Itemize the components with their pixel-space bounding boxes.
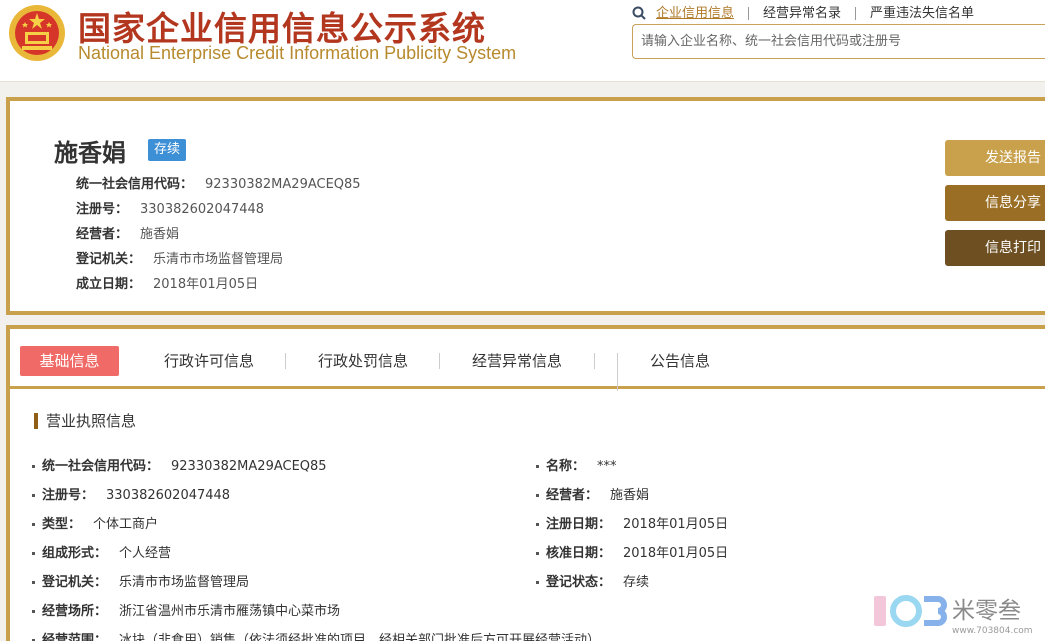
summary-label: 成立日期： (76, 277, 142, 292)
summary-value: 施香娟 (140, 227, 180, 242)
bullet-dot (32, 523, 35, 526)
summary-row-authority: 登记机关： 乐清市市场监督管理局 (76, 248, 283, 267)
bullet-dot (32, 610, 35, 613)
tab-basic-info[interactable]: 基础信息 (20, 346, 119, 376)
field-value: 存续 (623, 575, 650, 590)
field-value: 2018年01月05日 (623, 517, 729, 532)
nav-abnormal-list[interactable]: 经营异常名录 (748, 6, 855, 20)
field-name: 名称： *** (536, 455, 617, 474)
field-reg-status: 登记状态： 存续 (536, 571, 649, 590)
field-label: 名称： (546, 459, 586, 474)
nav-blacklist[interactable]: 严重违法失信名单 (855, 6, 988, 20)
tab-admin-license[interactable]: 行政许可信息 (164, 346, 254, 376)
field-approval-date: 核准日期： 2018年01月05日 (536, 542, 728, 561)
tab-divider (285, 353, 286, 369)
field-value: *** (597, 459, 617, 474)
bullet-dot (32, 465, 35, 468)
search-icon[interactable] (632, 6, 646, 20)
tab-bar: 基础信息 行政许可信息 行政处罚信息 经营异常信息 公告信息 (10, 329, 1045, 391)
send-report-button[interactable]: 发送报告 (945, 140, 1045, 176)
field-label: 核准日期： (546, 546, 612, 561)
bullet-dot (536, 523, 539, 526)
top-nav: 企业信用信息 经营异常名录 严重违法失信名单 (632, 4, 988, 22)
summary-row-operator: 经营者： 施香娟 (76, 223, 179, 242)
section-title: 营业执照信息 (34, 413, 136, 429)
field-value: 施香娟 (610, 488, 650, 503)
field-operator: 经营者： 施香娟 (536, 484, 649, 503)
field-label: 登记机关： (42, 575, 108, 590)
site-watermark: 米零叁 www.703804.com (874, 595, 1033, 636)
tab-divider (439, 353, 440, 369)
summary-value: 2018年01月05日 (153, 277, 259, 292)
summary-label: 统一社会信用代码： (76, 177, 194, 192)
field-business-scope: 经营范围： 冰块（非食用）销售（依法须经批准的项目，经相关部门批准后方可开展经营活… (32, 629, 600, 641)
bullet-dot (536, 552, 539, 555)
field-label: 注册号： (42, 488, 95, 503)
summary-row-reg-no: 注册号： 330382602047448 (76, 198, 264, 217)
field-label: 经营场所： (42, 604, 108, 619)
field-value: 个体工商户 (93, 517, 159, 532)
bullet-dot (536, 465, 539, 468)
nav-credit-info[interactable]: 企业信用信息 (656, 7, 748, 20)
watermark-brand: 米零叁 (952, 598, 1021, 624)
field-label: 统一社会信用代码： (42, 459, 160, 474)
field-credit-code: 统一社会信用代码： 92330382MA29ACEQ85 (32, 455, 327, 474)
national-emblem-icon (9, 5, 65, 61)
summary-row-established: 成立日期： 2018年01月05日 (76, 273, 258, 292)
summary-label: 登记机关： (76, 252, 142, 267)
field-value: 乐清市市场监督管理局 (119, 575, 250, 590)
bullet-dot (32, 552, 35, 555)
bullet-dot (32, 494, 35, 497)
share-info-button[interactable]: 信息分享 (945, 185, 1045, 221)
tab-divider (617, 353, 618, 391)
field-value: 92330382MA29ACEQ85 (171, 459, 327, 474)
field-label: 经营者： (546, 488, 599, 503)
summary-label: 经营者： (76, 227, 129, 242)
field-label: 登记状态： (546, 575, 612, 590)
summary-value: 92330382MA29ACEQ85 (205, 177, 361, 192)
bullet-dot (536, 494, 539, 497)
field-label: 类型： (42, 517, 82, 532)
field-value: 浙江省温州市乐清市雁荡镇中心菜市场 (119, 604, 341, 619)
field-label: 组成形式： (42, 546, 108, 561)
print-info-button[interactable]: 信息打印 (945, 230, 1045, 266)
tab-abnormal-operation[interactable]: 经营异常信息 (472, 346, 562, 376)
field-label: 注册日期： (546, 517, 612, 532)
field-reg-date: 注册日期： 2018年01月05日 (536, 513, 728, 532)
status-badge: 存续 (148, 139, 186, 161)
company-name: 施香娟 (54, 139, 126, 167)
watermark-url: www.703804.com (952, 626, 1033, 636)
bullet-dot (32, 581, 35, 584)
summary-value: 330382602047448 (140, 202, 265, 217)
field-value: 2018年01月05日 (623, 546, 729, 561)
tab-divider (594, 353, 595, 369)
field-premises: 经营场所： 浙江省温州市乐清市雁荡镇中心菜市场 (32, 600, 340, 619)
search-input[interactable] (632, 24, 1045, 59)
field-label: 经营范围： (42, 633, 108, 641)
summary-value: 乐清市市场监督管理局 (153, 252, 284, 267)
tab-admin-penalty[interactable]: 行政处罚信息 (318, 346, 408, 376)
bullet-dot (536, 581, 539, 584)
summary-label: 注册号： (76, 202, 129, 217)
field-value: 330382602047448 (106, 488, 231, 503)
site-header: 国家企业信用信息公示系统 National Enterprise Credit … (0, 0, 1045, 82)
field-authority: 登记机关： 乐清市市场监督管理局 (32, 571, 249, 590)
field-value: 个人经营 (119, 546, 172, 561)
field-value: 冰块（非食用）销售（依法须经批准的项目，经相关部门批准后方可开展经营活动） (119, 633, 601, 641)
summary-row-credit-code: 统一社会信用代码： 92330382MA29ACEQ85 (76, 173, 361, 192)
field-form: 组成形式： 个人经营 (32, 542, 171, 561)
site-subtitle: National Enterprise Credit Information P… (78, 43, 517, 63)
tab-announcement[interactable]: 公告信息 (650, 346, 710, 376)
field-type: 类型： 个体工商户 (32, 513, 158, 532)
company-summary-card: 施香娟 存续 统一社会信用代码： 92330382MA29ACEQ85 注册号： 3… (6, 97, 1045, 315)
field-reg-no: 注册号： 330382602047448 (32, 484, 230, 503)
